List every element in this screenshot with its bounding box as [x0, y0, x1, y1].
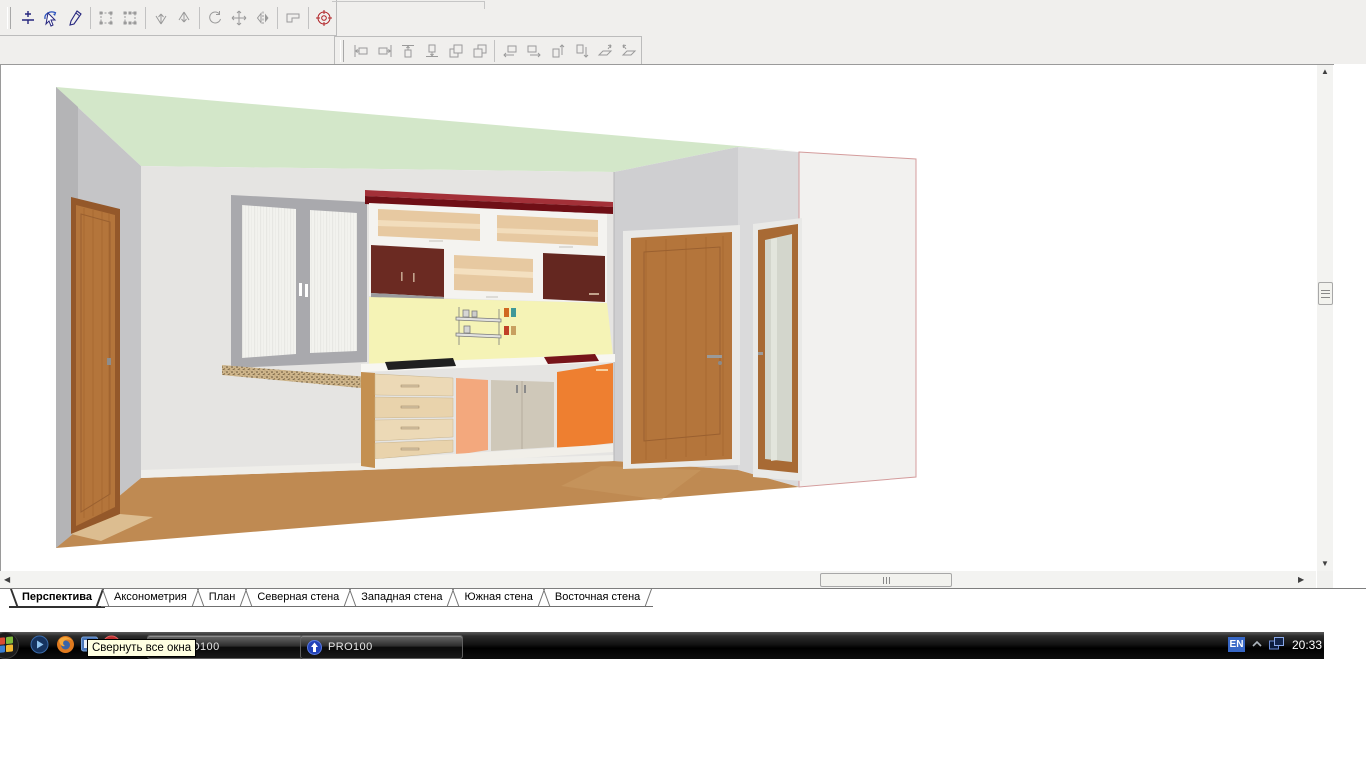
tray-expand-icon[interactable]: [1251, 639, 1263, 649]
upper-cabinets: [365, 190, 613, 303]
tab-aksonometriya[interactable]: Аксонометрия: [101, 589, 200, 607]
mirror-button[interactable]: [251, 5, 275, 31]
small-door-glass-sheen: [771, 238, 777, 461]
wenge-right-handle: [589, 293, 599, 295]
shift-up-button[interactable]: [546, 40, 570, 62]
clock[interactable]: 20:33: [1292, 638, 1322, 652]
window-handle-right: [305, 284, 308, 297]
toolbar-separator: [145, 7, 146, 29]
lay-flat-right-button[interactable]: [617, 40, 641, 62]
wenge-cabinet-left: [371, 245, 444, 297]
select-tool-button[interactable]: [40, 5, 64, 31]
gray-door-handle-1: [516, 385, 518, 393]
bring-forward-button[interactable]: [444, 40, 468, 62]
wenge-left-handle-1: [401, 272, 403, 281]
toolbar-align: [334, 36, 642, 65]
upper-handle-a: [429, 240, 443, 242]
toolbar-separator: [494, 40, 495, 62]
orange-door-handle: [596, 369, 608, 371]
window-pane-left: [242, 205, 296, 358]
shift-left-button[interactable]: [498, 40, 522, 62]
scroll-up-arrow[interactable]: ▲: [1321, 68, 1329, 76]
toolbar-separator: [308, 7, 309, 29]
draw-tool-button[interactable]: [63, 5, 87, 31]
shift-down-button[interactable]: [570, 40, 594, 62]
lay-flat-left-button[interactable]: [593, 40, 617, 62]
shift-right-button[interactable]: [522, 40, 546, 62]
toolbar-separator: [199, 7, 200, 29]
start-button[interactable]: [0, 631, 20, 660]
outer-east-wall: [799, 152, 916, 487]
horizontal-scrollbar[interactable]: ◀ ▶: [0, 571, 1316, 588]
align-left-button[interactable]: [349, 40, 373, 62]
select-area-button[interactable]: [94, 5, 118, 31]
vertical-scrollbar[interactable]: ▲ ▼: [1317, 65, 1333, 571]
toolbar-zone: [0, 0, 1366, 64]
drawer-unit: [375, 374, 453, 459]
toolbar-grip[interactable]: [340, 40, 344, 62]
outline-shape-button[interactable]: [281, 5, 305, 31]
flip-down-button[interactable]: [172, 5, 196, 31]
vertical-scroll-thumb[interactable]: [1318, 282, 1333, 305]
wenge-left-handle-2: [413, 273, 415, 282]
small-door-glass: [765, 234, 792, 462]
big-door-handle-rose: [718, 361, 722, 365]
side-panel: [361, 372, 375, 468]
minimize-all-tooltip: Свернуть все окна: [87, 639, 196, 657]
desktop: ▲ ▼ ◀ ▶ Перспектива Аксонометрия План Се…: [0, 0, 1366, 768]
tab-severnaya-stena[interactable]: Северная стена: [244, 589, 352, 607]
east-glass-door: [753, 218, 802, 481]
scroll-down-arrow[interactable]: ▼: [1321, 560, 1329, 568]
big-door-handle: [707, 355, 722, 358]
scroll-left-arrow[interactable]: ◀: [4, 576, 10, 584]
middle-handle: [486, 296, 498, 298]
taskbar-button-pro100-2[interactable]: PRO100: [300, 635, 463, 659]
toolbar-grip[interactable]: [7, 7, 11, 29]
pro100-icon: [307, 640, 322, 655]
scroll-right-arrow[interactable]: ▶: [1298, 576, 1304, 584]
align-right-button[interactable]: [373, 40, 397, 62]
orange-door: [557, 363, 613, 449]
door-handle: [107, 358, 111, 365]
select-handles-button[interactable]: [118, 5, 142, 31]
tab-plan[interactable]: План: [196, 589, 249, 607]
tab-vostochnaya-stena[interactable]: Восточная стена: [542, 589, 653, 607]
tab-yuzhnaya-stena[interactable]: Южная стена: [451, 589, 545, 607]
network-tray-icon[interactable]: [1268, 636, 1286, 652]
peach-door: [456, 378, 488, 455]
toolbar-separator: [277, 7, 278, 29]
toolbar-separator: [90, 7, 91, 29]
view-tab-bar: Перспектива Аксонометрия План Северная с…: [0, 588, 1366, 608]
perspective-view[interactable]: [1, 65, 1313, 571]
window-handle-left: [299, 283, 302, 296]
toolbar-main: [0, 0, 337, 36]
northeast-door: [623, 225, 740, 469]
tab-perspektiva[interactable]: Перспектива: [9, 589, 105, 608]
upper-handle-b: [559, 246, 573, 248]
insert-element-button[interactable]: [16, 5, 40, 31]
window-pane-right: [310, 210, 357, 353]
rotate-button[interactable]: [203, 5, 227, 31]
align-bottom-button[interactable]: [420, 40, 444, 62]
horizontal-scroll-thumb[interactable]: [820, 573, 952, 587]
language-indicator[interactable]: EN: [1228, 637, 1245, 652]
backsplash-area: [369, 297, 613, 364]
move-button[interactable]: [227, 5, 251, 31]
small-door-handle: [758, 352, 763, 355]
send-backward-button[interactable]: [468, 40, 492, 62]
firefox-icon[interactable]: [56, 635, 75, 654]
tab-zapadnaya-stena[interactable]: Западная стена: [348, 589, 455, 607]
align-top-button[interactable]: [396, 40, 420, 62]
media-player-icon[interactable]: [30, 635, 49, 654]
taskbar-button-label: PRO100: [328, 641, 373, 653]
gray-door-handle-2: [524, 385, 526, 393]
toolbar-dock-outline: [332, 1, 485, 9]
backsplash: [369, 297, 613, 364]
flip-up-button[interactable]: [149, 5, 173, 31]
scrollbar-corner: [1317, 571, 1333, 588]
